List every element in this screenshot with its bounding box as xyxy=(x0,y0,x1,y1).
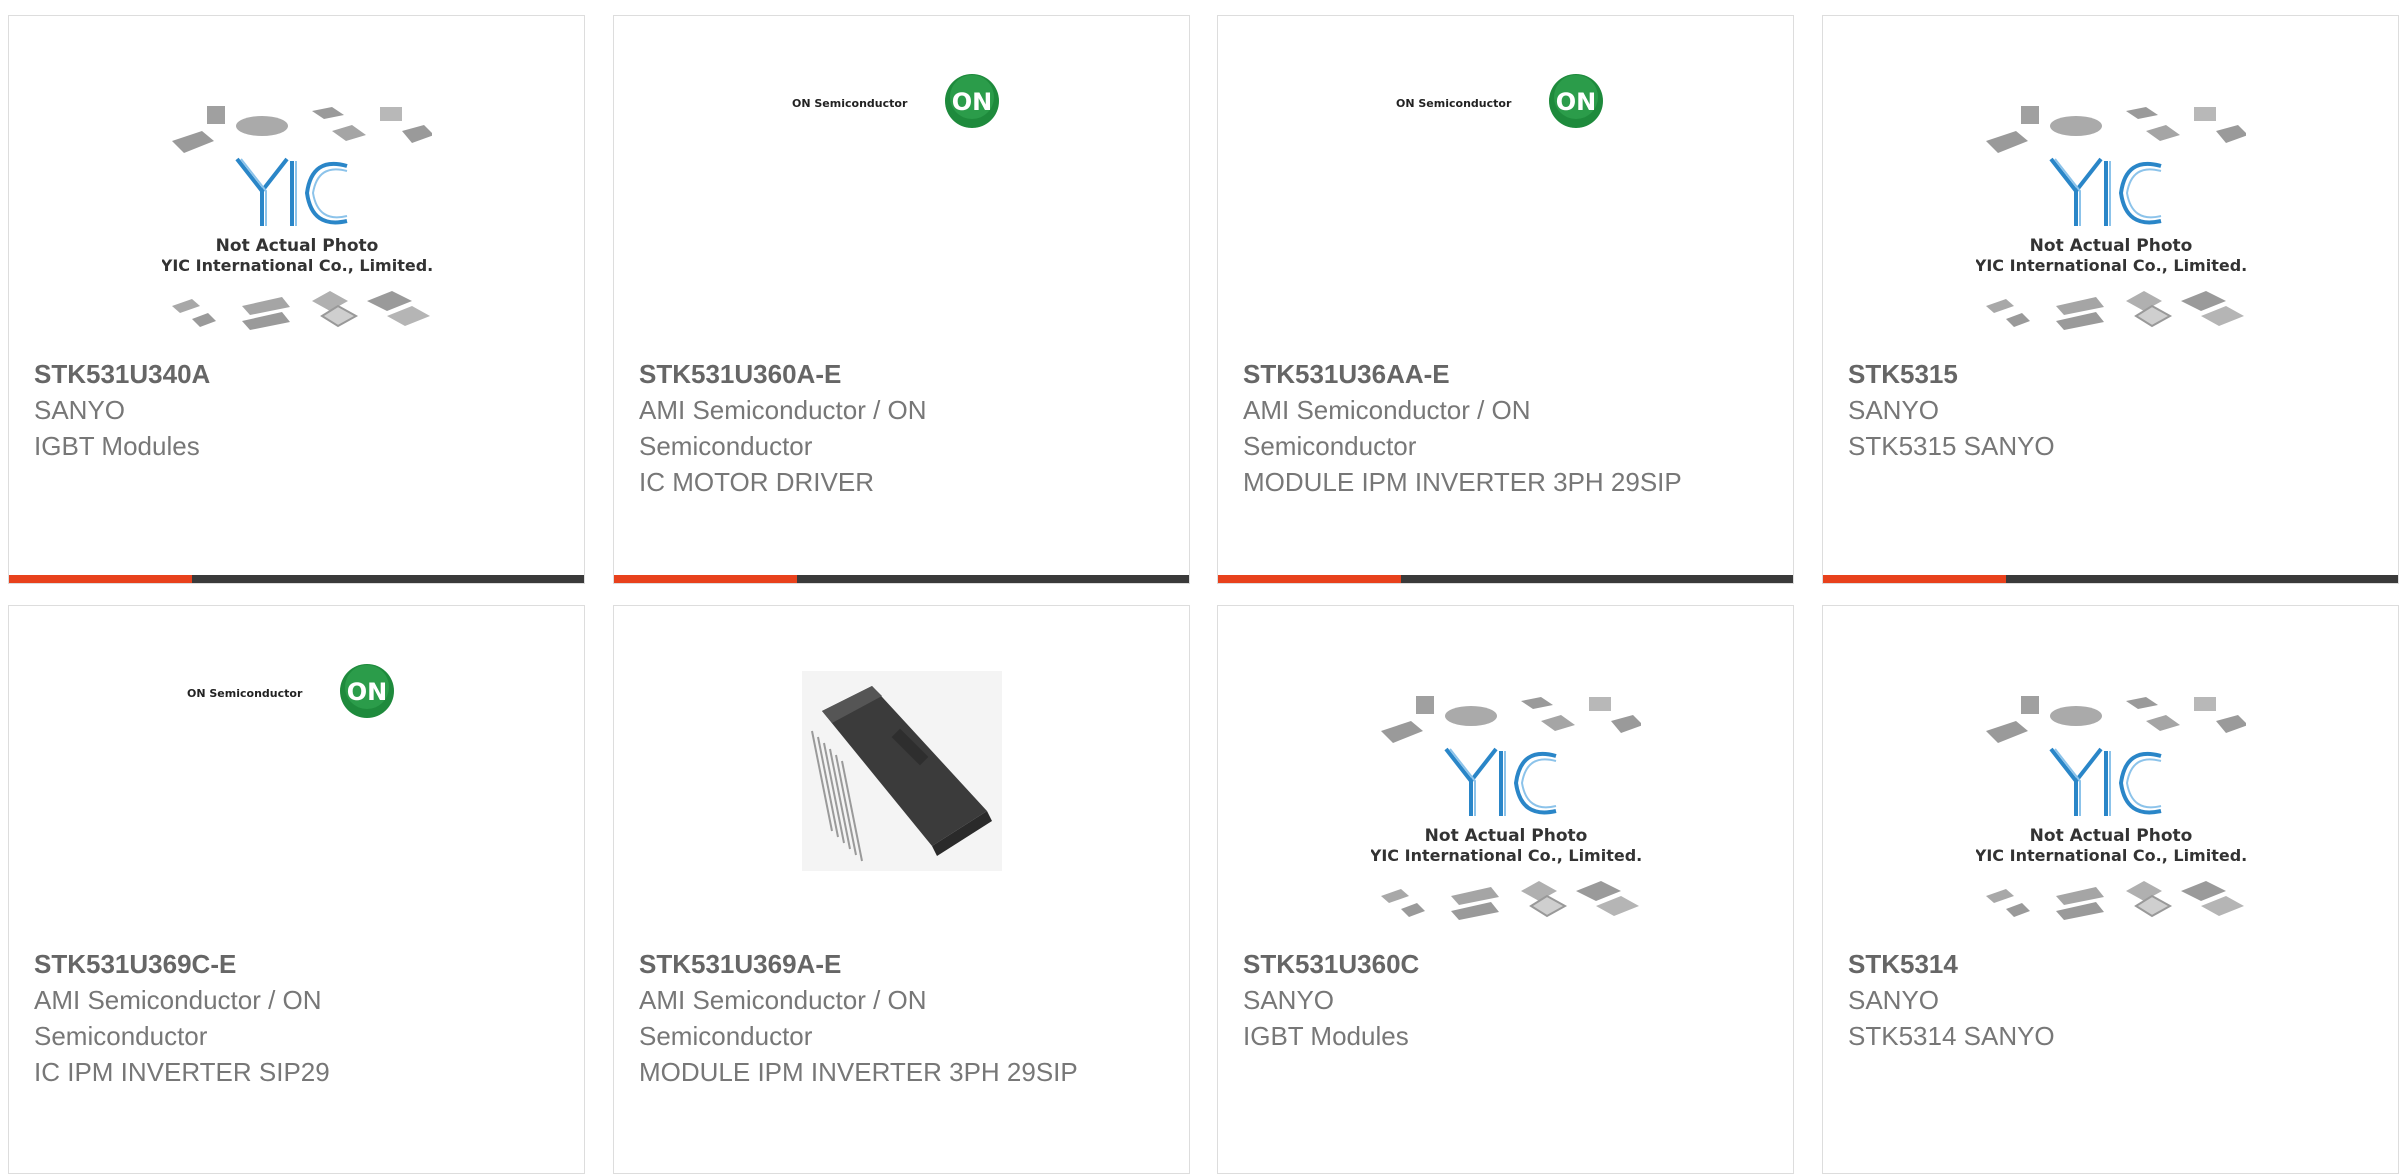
placeholder-caption-1: Not Actual Photo xyxy=(2029,236,2192,256)
product-card[interactable]: Not Actual Photo YIC International Co., … xyxy=(1822,605,2399,1174)
description: IC IPM INVERTER SIP29 xyxy=(34,1057,330,1087)
placeholder-caption-1: Not Actual Photo xyxy=(1424,826,1587,846)
product-thumbnail[interactable]: ON Semiconductor ON xyxy=(614,36,1189,166)
placeholder-caption-1: Not Actual Photo xyxy=(215,236,378,256)
product-thumbnail[interactable]: Not Actual Photo YIC International Co., … xyxy=(9,96,584,346)
part-number-link[interactable]: STK531U36AA-E xyxy=(1243,356,1683,392)
placeholder-caption-2: YIC International Co., Limited. xyxy=(162,256,432,275)
product-info: STK531U360A-E AMI Semiconductor / ON Sem… xyxy=(639,356,1079,500)
manufacturer: AMI Semiconductor / ON Semiconductor xyxy=(639,985,927,1051)
logo-badge: ON xyxy=(1555,88,1596,116)
manufacturer: SANYO xyxy=(34,395,126,425)
product-thumbnail[interactable]: Not Actual Photo YIC International Co., … xyxy=(1823,686,2398,936)
placeholder-caption-2: YIC International Co., Limited. xyxy=(1976,256,2246,275)
product-card[interactable]: Not Actual Photo YIC International Co., … xyxy=(8,15,585,584)
product-placeholder-image: Not Actual Photo YIC International Co., … xyxy=(162,101,432,341)
part-number-link[interactable]: STK531U340A xyxy=(34,356,474,392)
logo-text: ON Semiconductor xyxy=(187,687,303,700)
product-info: STK531U369C-E AMI Semiconductor / ON Sem… xyxy=(34,946,474,1090)
part-number-link[interactable]: STK5314 xyxy=(1848,946,2288,982)
placeholder-caption-2: YIC International Co., Limited. xyxy=(1976,846,2246,865)
manufacturer: SANYO xyxy=(1243,985,1335,1015)
placeholder-caption-1: Not Actual Photo xyxy=(2029,826,2192,846)
product-card[interactable]: ON Semiconductor ON STK531U36AA-E AMI Se… xyxy=(1217,15,1794,584)
product-info: STK531U369A-E AMI Semiconductor / ON Sem… xyxy=(639,946,1079,1090)
product-thumbnail[interactable]: ON Semiconductor ON xyxy=(1218,36,1793,166)
description: MODULE IPM INVERTER 3PH 29SIP xyxy=(1243,467,1682,497)
product-thumbnail[interactable] xyxy=(614,666,1189,876)
logo-text: ON Semiconductor xyxy=(792,97,908,110)
manufacturer: AMI Semiconductor / ON Semiconductor xyxy=(1243,395,1531,461)
card-bottom-bar xyxy=(9,575,584,583)
product-thumbnail[interactable]: Not Actual Photo YIC International Co., … xyxy=(1823,96,2398,346)
product-info: STK5314 SANYO STK5314 SANYO xyxy=(1848,946,2288,1054)
logo-badge: ON xyxy=(951,88,992,116)
product-info: STK5315 SANYO STK5315 SANYO xyxy=(1848,356,2288,464)
manufacturer: AMI Semiconductor / ON Semiconductor xyxy=(639,395,927,461)
manufacturer: AMI Semiconductor / ON Semiconductor xyxy=(34,985,322,1051)
product-placeholder-image: Not Actual Photo YIC International Co., … xyxy=(1976,101,2246,341)
description: STK5315 SANYO xyxy=(1848,431,2055,461)
card-accent-bar xyxy=(9,575,192,583)
part-number-link[interactable]: STK5315 xyxy=(1848,356,2288,392)
product-info: STK531U360C SANYO IGBT Modules xyxy=(1243,946,1683,1054)
product-card[interactable]: ON Semiconductor ON STK531U360A-E AMI Se… xyxy=(613,15,1190,584)
logo-text: ON Semiconductor xyxy=(1396,97,1512,110)
card-accent-bar xyxy=(614,575,797,583)
card-bottom-bar xyxy=(1218,575,1793,583)
product-thumbnail[interactable]: Not Actual Photo YIC International Co., … xyxy=(1218,686,1793,936)
on-semiconductor-logo: ON Semiconductor ON xyxy=(1396,71,1616,131)
description: IGBT Modules xyxy=(34,431,200,461)
product-card[interactable]: Not Actual Photo YIC International Co., … xyxy=(1822,15,2399,584)
product-info: STK531U36AA-E AMI Semiconductor / ON Sem… xyxy=(1243,356,1683,500)
part-number-link[interactable]: STK531U360C xyxy=(1243,946,1683,982)
product-photo xyxy=(801,671,1002,871)
part-number-link[interactable]: STK531U360A-E xyxy=(639,356,1079,392)
product-info: STK531U340A SANYO IGBT Modules xyxy=(34,356,474,464)
product-placeholder-image: Not Actual Photo YIC International Co., … xyxy=(1371,691,1641,931)
on-semiconductor-logo: ON Semiconductor ON xyxy=(792,71,1012,131)
card-bottom-bar xyxy=(1823,575,2398,583)
manufacturer: SANYO xyxy=(1848,395,1940,425)
card-accent-bar xyxy=(1218,575,1401,583)
product-placeholder-image: Not Actual Photo YIC International Co., … xyxy=(1976,691,2246,931)
on-semiconductor-logo: ON Semiconductor ON xyxy=(187,661,407,721)
product-thumbnail[interactable]: ON Semiconductor ON xyxy=(9,626,584,756)
product-card[interactable]: STK531U369A-E AMI Semiconductor / ON Sem… xyxy=(613,605,1190,1174)
description: IGBT Modules xyxy=(1243,1021,1409,1051)
product-card[interactable]: Not Actual Photo YIC International Co., … xyxy=(1217,605,1794,1174)
product-card[interactable]: ON Semiconductor ON STK531U369C-E AMI Se… xyxy=(8,605,585,1174)
card-accent-bar xyxy=(1823,575,2006,583)
placeholder-caption-2: YIC International Co., Limited. xyxy=(1371,846,1641,865)
part-number-link[interactable]: STK531U369C-E xyxy=(34,946,474,982)
manufacturer: SANYO xyxy=(1848,985,1940,1015)
logo-badge: ON xyxy=(346,678,387,706)
card-bottom-bar xyxy=(614,575,1189,583)
description: STK5314 SANYO xyxy=(1848,1021,2055,1051)
part-number-link[interactable]: STK531U369A-E xyxy=(639,946,1079,982)
description: MODULE IPM INVERTER 3PH 29SIP xyxy=(639,1057,1078,1087)
description: IC MOTOR DRIVER xyxy=(639,467,874,497)
